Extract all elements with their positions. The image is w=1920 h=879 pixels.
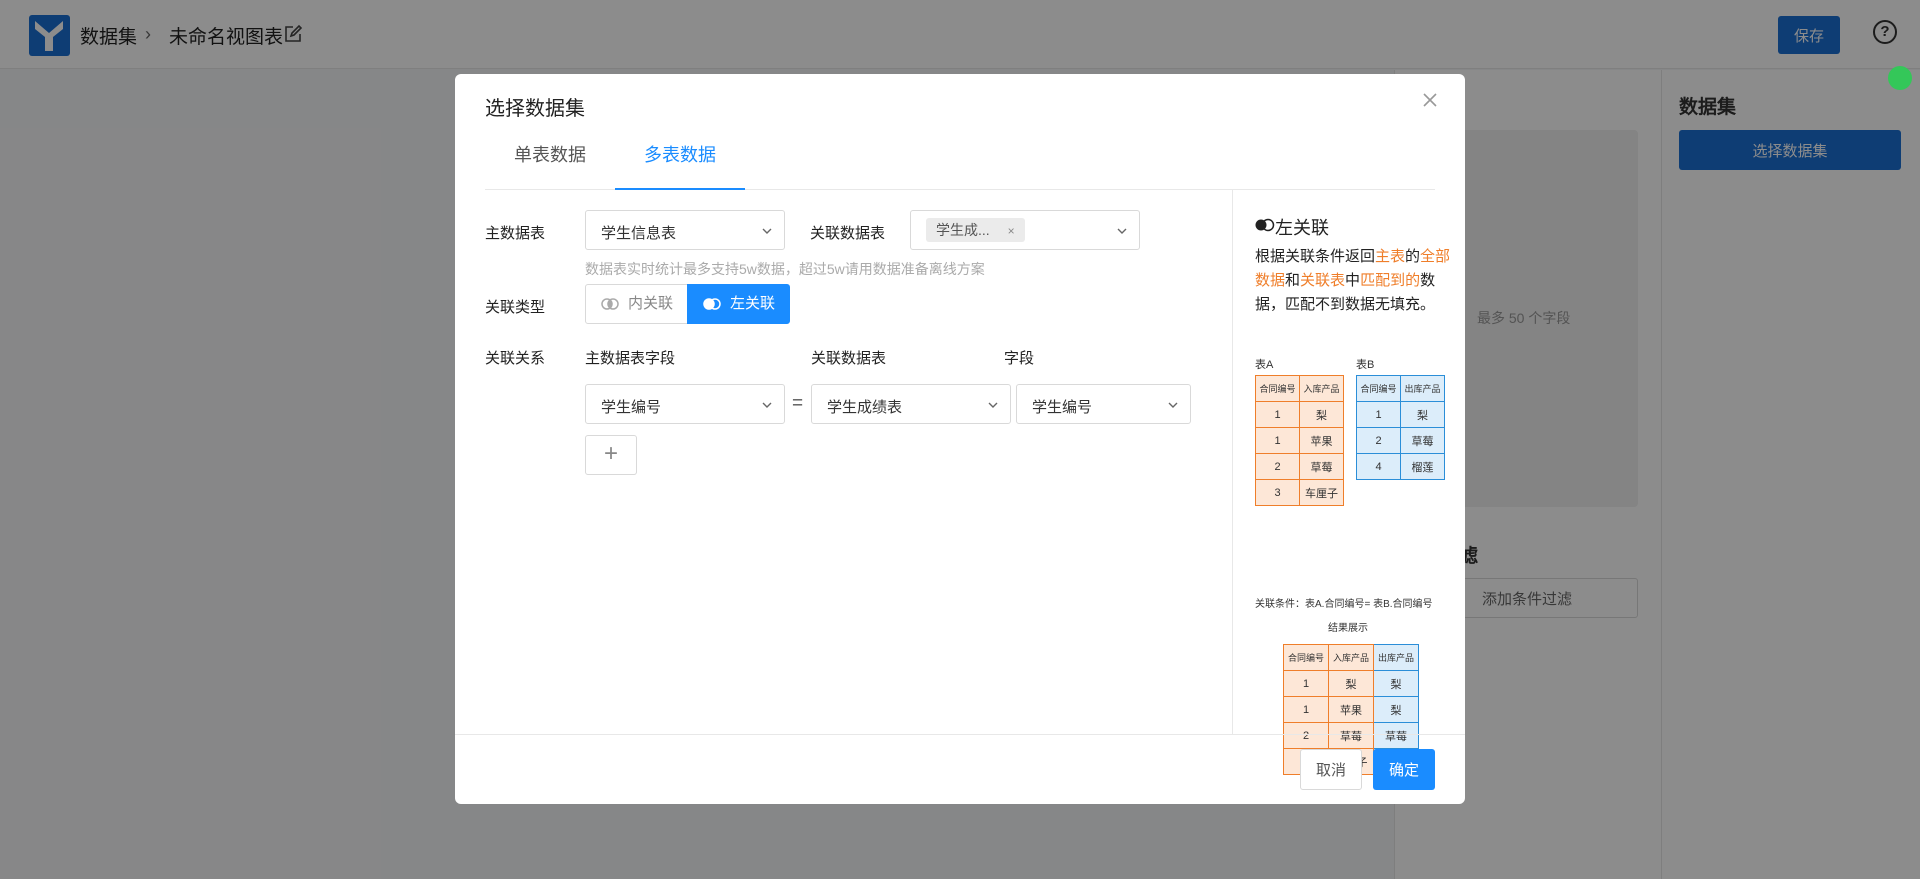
footer-divider [455, 734, 1465, 735]
equals-sign: = [792, 393, 804, 414]
inner-join-label: 内关联 [628, 295, 674, 312]
main-field-select[interactable]: 学生编号 [585, 384, 785, 424]
left-join-icon [1255, 218, 1275, 232]
join-help-panel: 左关联 根据关联条件返回主表的全部数据和关联表中匹配到的数据，匹配不到数据无填充… [1245, 190, 1450, 775]
table-b-cell: 草莓 [1400, 427, 1445, 454]
close-icon[interactable] [1418, 88, 1442, 112]
table-a-header: 合同编号 [1255, 375, 1300, 402]
left-join-label: 左关联 [730, 295, 776, 312]
join-type-label: 关联类型 [485, 299, 546, 316]
table-a-cell: 2 [1255, 453, 1300, 480]
main-field-value: 学生编号 [601, 399, 662, 416]
table-a-cell: 梨 [1299, 401, 1344, 428]
result-header: 合同编号 [1283, 644, 1329, 671]
result-header: 出库产品 [1373, 644, 1419, 671]
chevron-down-icon [762, 228, 772, 234]
add-relation-button[interactable]: + [585, 435, 637, 475]
related-table-header: 关联数据表 [811, 350, 887, 367]
confirm-button[interactable]: 确定 [1373, 749, 1435, 790]
related-table-field-select[interactable]: 学生成绩表 [811, 384, 1011, 424]
table-b-cell: 梨 [1400, 401, 1445, 428]
result-label: 结果展示 [1328, 623, 1368, 634]
result-cell: 苹果 [1328, 696, 1374, 723]
inner-join-option[interactable]: 内关联 [585, 284, 688, 324]
table-b-cell: 1 [1356, 401, 1401, 428]
join-condition: 关联条件：表A.合同编号= 表B.合同编号 [1255, 599, 1433, 610]
table-b-cell: 4 [1356, 453, 1401, 480]
chevron-down-icon [1117, 228, 1127, 234]
help-title: 左关联 [1275, 218, 1329, 238]
config-area: 主数据表 学生信息表 关联数据表 学生成... × 数据表实时统计最多支持5w数据… [485, 190, 1233, 734]
table-a-cell: 1 [1255, 401, 1300, 428]
chevron-down-icon [988, 402, 998, 408]
result-header: 入库产品 [1328, 644, 1374, 671]
field-header: 字段 [1004, 350, 1035, 367]
tag-close-icon[interactable]: × [1008, 224, 1015, 238]
result-cell: 2 [1283, 722, 1329, 749]
table-b-header: 合同编号 [1356, 375, 1401, 402]
result-cell: 1 [1283, 670, 1329, 697]
result-cell: 1 [1283, 696, 1329, 723]
tab-single-table[interactable]: 单表数据 [485, 134, 615, 190]
help-description: 根据关联条件返回主表的全部数据和关联表中匹配到的数据，匹配不到数据无填充。 [1255, 245, 1453, 317]
result-cell: 梨 [1373, 670, 1419, 697]
left-join-icon [703, 298, 721, 310]
table-a-cell: 苹果 [1299, 427, 1344, 454]
cancel-button[interactable]: 取消 [1300, 749, 1362, 790]
desc-highlight: 主表 [1375, 248, 1406, 265]
desc-text: 中 [1345, 272, 1361, 289]
desc-text: 根据关联条件返回 [1255, 248, 1376, 265]
inner-join-icon [601, 298, 619, 310]
main-table-value: 学生信息表 [601, 225, 677, 242]
related-table-select[interactable]: 学生成... × [910, 210, 1140, 250]
tab-multi-table[interactable]: 多表数据 [615, 134, 745, 190]
tag-label: 学生成... [936, 222, 990, 238]
modal-title: 选择数据集 [485, 98, 585, 120]
table-b-cell: 2 [1356, 427, 1401, 454]
related-table-label: 关联数据表 [810, 225, 886, 242]
table-a-label: 表A [1255, 359, 1274, 371]
chevron-down-icon [762, 402, 772, 408]
chevron-down-icon [1168, 402, 1178, 408]
table-b-cell: 榴莲 [1400, 453, 1445, 480]
left-join-option[interactable]: 左关联 [687, 284, 790, 324]
desc-text: 的 [1405, 248, 1421, 265]
select-dataset-modal: 选择数据集 单表数据 多表数据 主数据表 学生信息表 关联数据表 学生成... ×… [455, 74, 1465, 804]
desc-text: 和 [1285, 272, 1301, 289]
table-a-cell: 草莓 [1299, 453, 1344, 480]
tab-bar: 单表数据 多表数据 [485, 134, 1435, 190]
main-table-label: 主数据表 [485, 225, 546, 242]
desc-highlight: 匹配到的 [1360, 272, 1421, 289]
status-dot [1888, 66, 1912, 90]
field-select[interactable]: 学生编号 [1016, 384, 1191, 424]
data-limit-hint: 数据表实时统计最多支持5w数据，超过5w请用数据准备离线方案 [585, 261, 985, 277]
field-value: 学生编号 [1032, 399, 1093, 416]
main-field-header: 主数据表字段 [585, 350, 676, 367]
table-b-header: 出库产品 [1400, 375, 1445, 402]
related-table-value: 学生成绩表 [827, 399, 903, 416]
table-a: 合同编号 入库产品 1梨 1 苹果 2 草莓 3 车厘子 [1255, 375, 1344, 506]
table-a-cell: 1 [1255, 427, 1300, 454]
result-cell: 梨 [1328, 670, 1374, 697]
related-table-tag: 学生成... × [926, 218, 1025, 242]
result-cell: 梨 [1373, 696, 1419, 723]
table-a-header: 入库产品 [1299, 375, 1344, 402]
result-cell: 草莓 [1373, 722, 1419, 749]
table-b: 合同编号 出库产品 1梨 2 草莓 4 榴莲 [1356, 375, 1445, 480]
table-a-cell: 3 [1255, 479, 1300, 506]
main-table-select[interactable]: 学生信息表 [585, 210, 785, 250]
table-a-cell: 车厘子 [1299, 479, 1344, 506]
desc-highlight: 关联表 [1300, 272, 1346, 289]
table-b-label: 表B [1356, 359, 1375, 371]
relation-label: 关联关系 [485, 350, 546, 367]
result-cell: 草莓 [1328, 722, 1374, 749]
